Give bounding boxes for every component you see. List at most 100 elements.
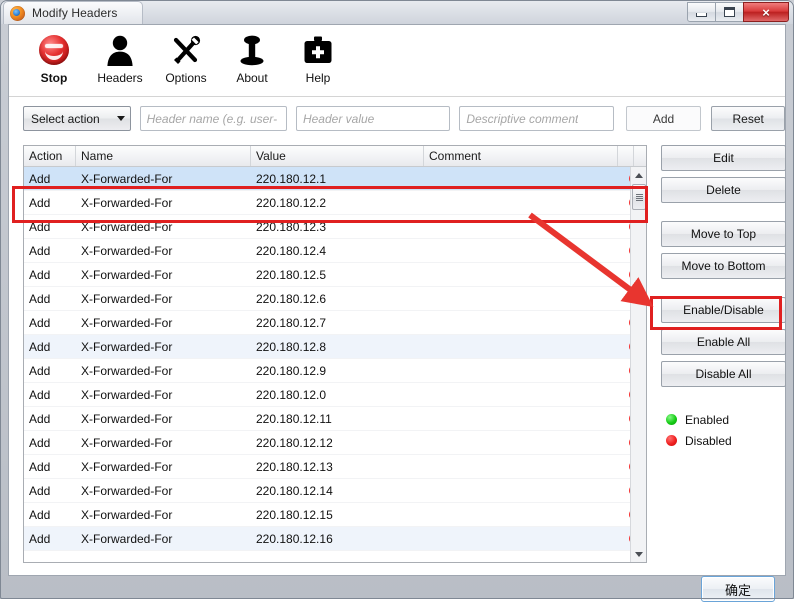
column-header-name[interactable]: Name: [76, 146, 251, 166]
cell-action: Add: [29, 171, 51, 186]
add-button[interactable]: Add: [625, 106, 702, 131]
headers-table: Action Name Value Comment Add X-Forwarded…: [23, 145, 647, 563]
table-row[interactable]: Add X-Forwarded-For 220.180.12.13: [24, 455, 646, 479]
enable-disable-button[interactable]: Enable/Disable: [661, 297, 786, 323]
header-value-placeholder: Header value: [302, 111, 375, 126]
ok-button[interactable]: 确定: [701, 576, 775, 602]
move-to-bottom-button[interactable]: Move to Bottom: [661, 253, 786, 279]
cell-action: Add: [29, 507, 51, 522]
table-row[interactable]: Add X-Forwarded-For 220.180.12.1: [24, 167, 646, 191]
disable-all-button[interactable]: Disable All: [661, 361, 786, 387]
table-row[interactable]: Add X-Forwarded-For 220.180.12.0: [24, 383, 646, 407]
table-row[interactable]: Add X-Forwarded-For 220.180.12.7: [24, 311, 646, 335]
table-row[interactable]: Add X-Forwarded-For 220.180.12.11: [24, 407, 646, 431]
cell-action: Add: [29, 315, 51, 330]
header-value-input[interactable]: Header value: [295, 106, 451, 131]
move-to-top-button[interactable]: Move to Top: [661, 221, 786, 247]
toolbar-button-headers[interactable]: Headers: [89, 31, 151, 85]
legend-enabled: Enabled: [666, 409, 789, 430]
cell-value: 220.180.12.15: [256, 507, 333, 522]
minimize-icon: [696, 12, 707, 17]
cell-name: X-Forwarded-For: [81, 171, 173, 186]
toolbar-label-options: Options: [165, 71, 207, 85]
table-scrollbar[interactable]: [630, 167, 646, 562]
table-body: Add X-Forwarded-For 220.180.12.1 Add X-Forwa…: [24, 167, 646, 562]
cell-value: 220.180.12.0: [256, 387, 327, 402]
table-row[interactable]: Add X-Forwarded-For 220.180.12.8: [24, 335, 646, 359]
scroll-down-arrow-icon[interactable]: [631, 546, 646, 562]
column-header-comment[interactable]: Comment: [424, 146, 618, 166]
toolbar-button-about[interactable]: About: [221, 31, 283, 85]
column-header-spacer: [634, 146, 646, 166]
cell-value: 220.180.12.14: [256, 483, 333, 498]
comment-input[interactable]: Descriptive comment: [459, 106, 614, 131]
table-row[interactable]: Add X-Forwarded-For 220.180.12.5: [24, 263, 646, 287]
table-row[interactable]: Add X-Forwarded-For 220.180.12.14: [24, 479, 646, 503]
cell-name: X-Forwarded-For: [81, 483, 173, 498]
action-select-value: Select action: [31, 111, 100, 126]
cell-action: Add: [29, 291, 51, 306]
close-icon: ×: [762, 4, 770, 20]
enable-all-button[interactable]: Enable All: [661, 329, 786, 355]
reset-button[interactable]: Reset: [711, 106, 785, 131]
cell-value: 220.180.12.7: [256, 315, 327, 330]
cell-value: 220.180.12.8: [256, 339, 327, 354]
firefox-icon: [10, 5, 25, 21]
header-name-input[interactable]: Header name (e.g. user-: [139, 106, 287, 131]
toolbar-button-options[interactable]: Options: [155, 31, 217, 85]
scrollbar-grip-icon: [635, 193, 643, 202]
table-row[interactable]: Add X-Forwarded-For 220.180.12.2: [24, 191, 646, 215]
cell-action: Add: [29, 243, 51, 258]
table-row[interactable]: Add X-Forwarded-For 220.180.12.6: [24, 287, 646, 311]
cell-value: 220.180.12.1: [256, 171, 327, 186]
toolbar-label-stop: Stop: [40, 71, 68, 85]
window-tab[interactable]: Modify Headers: [3, 1, 143, 24]
column-header-value[interactable]: Value: [251, 146, 424, 166]
cell-name: X-Forwarded-For: [81, 411, 173, 426]
scroll-up-arrow-icon[interactable]: [631, 167, 646, 183]
cell-value: 220.180.12.4: [256, 243, 327, 258]
window-controls: ×: [687, 2, 789, 22]
cell-name: X-Forwarded-For: [81, 315, 173, 330]
cell-name: X-Forwarded-For: [81, 243, 173, 258]
cell-value: 220.180.12.12: [256, 435, 333, 450]
cell-name: X-Forwarded-For: [81, 459, 173, 474]
comment-placeholder: Descriptive comment: [466, 111, 579, 126]
cell-action: Add: [29, 363, 51, 378]
toolbar-label-help: Help: [305, 71, 331, 85]
cell-action: Add: [29, 435, 51, 450]
cell-value: 220.180.12.3: [256, 219, 327, 234]
scrollbar-thumb[interactable]: [632, 184, 646, 210]
minimize-button[interactable]: [687, 2, 716, 22]
toolbar-button-stop[interactable]: Stop: [23, 31, 85, 85]
cell-action: Add: [29, 483, 51, 498]
table-row[interactable]: Add X-Forwarded-For 220.180.12.4: [24, 239, 646, 263]
chevron-down-icon: [116, 116, 125, 121]
column-header-action[interactable]: Action: [24, 146, 76, 166]
edit-button[interactable]: Edit: [661, 145, 786, 171]
table-row[interactable]: Add X-Forwarded-For 220.180.12.12: [24, 431, 646, 455]
legend-disabled: Disabled: [666, 430, 789, 451]
table-row[interactable]: Add X-Forwarded-For 220.180.12.15: [24, 503, 646, 527]
cell-value: 220.180.12.5: [256, 267, 327, 282]
cell-name: X-Forwarded-For: [81, 363, 173, 378]
cell-action: Add: [29, 459, 51, 474]
table-row[interactable]: Add X-Forwarded-For 220.180.12.16: [24, 527, 646, 551]
cell-action: Add: [29, 387, 51, 402]
header-name-placeholder: Header name (e.g. user-: [146, 111, 278, 126]
close-button[interactable]: ×: [743, 2, 789, 22]
cell-name: X-Forwarded-For: [81, 291, 173, 306]
table-row[interactable]: Add X-Forwarded-For 220.180.12.9: [24, 359, 646, 383]
cell-value: 220.180.12.2: [256, 195, 327, 210]
cell-name: X-Forwarded-For: [81, 531, 173, 546]
title-bar: Modify Headers ×: [0, 0, 794, 24]
maximize-button[interactable]: [715, 2, 744, 22]
legend-disabled-label: Disabled: [685, 433, 732, 448]
delete-button[interactable]: Delete: [661, 177, 786, 203]
toolbar-label-about: About: [236, 71, 268, 85]
cell-value: 220.180.12.13: [256, 459, 333, 474]
table-row[interactable]: Add X-Forwarded-For 220.180.12.3: [24, 215, 646, 239]
toolbar-button-help[interactable]: Help: [287, 31, 349, 85]
disabled-status-icon: [666, 435, 677, 446]
action-select[interactable]: Select action: [23, 106, 131, 131]
